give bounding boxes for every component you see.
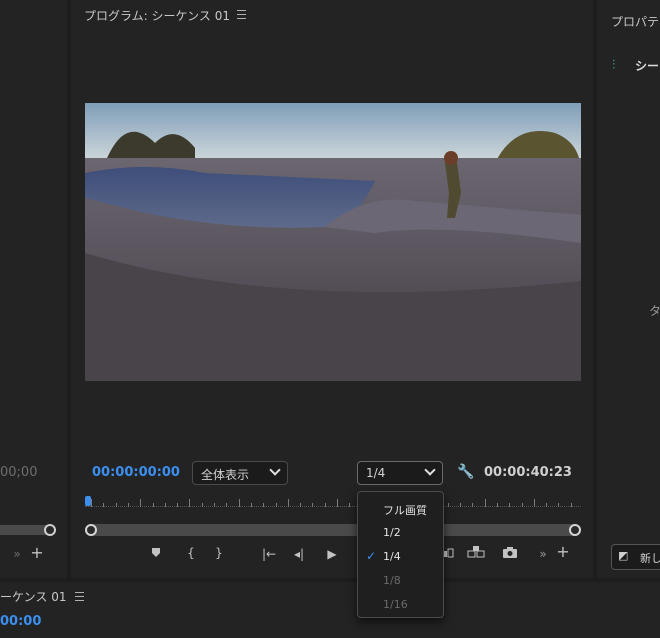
panel-title[interactable]: プログラム: シーケンス 01	[84, 7, 230, 24]
ruler-tick	[91, 499, 92, 507]
go-to-in-icon[interactable]: |←	[261, 547, 277, 561]
resolution-option-sixteenth: 1/16	[383, 598, 408, 611]
ruler-tick	[189, 499, 191, 507]
play-icon[interactable]: ▶	[325, 547, 339, 561]
export-frame-camera-icon[interactable]	[502, 547, 518, 561]
mark-in-icon[interactable]: {	[184, 546, 198, 560]
ruler-tick	[214, 503, 215, 507]
ruler-tick	[152, 503, 154, 507]
ruler-tick	[496, 503, 498, 507]
chevron-down-icon	[269, 464, 281, 476]
ruler-tick	[558, 503, 560, 507]
ruler-tick	[275, 503, 277, 507]
button-editor-add-icon[interactable]: +	[556, 544, 570, 560]
playhead-marker[interactable]	[85, 496, 91, 506]
ruler-tick	[263, 503, 265, 507]
panel-menu-icon[interactable]	[237, 10, 246, 19]
new-item-icon: ◩	[618, 549, 629, 562]
step-back-icon[interactable]: ◂|	[291, 547, 307, 561]
ruler-tick	[177, 503, 179, 507]
ruler-tick	[447, 503, 449, 507]
resolution-option-full[interactable]: フル画質	[383, 502, 427, 518]
resolution-option-quarter[interactable]: 1/4	[383, 550, 401, 563]
ruler-tick	[472, 503, 474, 507]
ruler-tick	[226, 503, 228, 507]
timeline-timecode[interactable]: 00:00	[0, 614, 41, 629]
ruler-tick	[484, 499, 486, 507]
ruler-tick	[546, 503, 548, 507]
ruler-tick	[250, 503, 252, 507]
scrub-bar[interactable]	[88, 524, 578, 536]
ruler-tick	[570, 503, 572, 507]
zoom-level-value: 全体表示	[201, 468, 250, 482]
ruler-tick	[287, 499, 289, 507]
ruler-tick	[115, 503, 117, 507]
ruler-tick	[140, 499, 142, 507]
out-point-handle[interactable]	[569, 524, 581, 536]
ruler-tick	[201, 503, 203, 507]
video-frame-image	[85, 103, 581, 381]
panel-menu-icon[interactable]	[75, 592, 84, 601]
ruler-tick	[324, 503, 326, 507]
time-ruler[interactable]	[85, 495, 581, 511]
more-controls-icon[interactable]: »	[536, 547, 550, 561]
ruler-tick	[349, 503, 351, 507]
wrench-icon[interactable]: 🔧	[457, 465, 474, 479]
new-button[interactable]: ◩ 新し	[611, 544, 660, 570]
mark-out-icon[interactable]: }	[212, 546, 226, 560]
current-timecode[interactable]: 00:00:00:00	[92, 465, 180, 480]
resolution-option-half[interactable]: 1/2	[383, 526, 401, 539]
more-controls-icon[interactable]: »	[10, 547, 24, 561]
in-point-handle[interactable]	[85, 524, 97, 536]
panel-title[interactable]: プロパティ	[611, 13, 660, 30]
panel-title[interactable]: ーケンス 01	[0, 588, 66, 605]
source-monitor-panel: 00;00 » +	[0, 0, 67, 578]
add-button-icon[interactable]: +	[30, 545, 44, 561]
ruler-tick	[103, 503, 105, 507]
ruler-tick	[337, 499, 338, 507]
new-button-label: 新し	[640, 552, 660, 565]
chevron-down-icon	[424, 464, 436, 476]
checkmark-icon: ✓	[366, 549, 377, 563]
ruler-tick	[460, 503, 461, 507]
ruler-tick	[127, 503, 129, 507]
ruler-tick	[300, 503, 302, 507]
ruler-tick	[509, 503, 511, 507]
source-out-handle[interactable]	[44, 524, 56, 536]
ruler-tick	[238, 499, 240, 507]
resolution-option-eighth: 1/8	[383, 574, 401, 587]
resolution-value: 1/4	[366, 466, 386, 480]
program-monitor-panel: プログラム: シーケンス 01 00:00:00:00 全体表示 1/4 🔧 0…	[71, 0, 593, 578]
add-marker-icon[interactable]	[149, 547, 163, 561]
sequence-icon: ⫶	[612, 58, 616, 73]
resolution-menu: フル画質 1/2 ✓ 1/4 1/8 1/16	[357, 491, 444, 618]
properties-item-label[interactable]: シー	[635, 57, 659, 74]
ruler-tick	[521, 503, 523, 507]
duration-timecode: 00:00:40:23	[484, 465, 572, 480]
video-frame	[85, 103, 581, 381]
zoom-level-dropdown[interactable]: 全体表示	[192, 461, 288, 485]
source-timecode[interactable]: 00;00	[0, 465, 37, 480]
properties-panel: プロパティ ⫶ シー タ ◩ 新し	[597, 0, 660, 578]
ruler-tick	[312, 503, 314, 507]
ruler-tick	[164, 503, 166, 507]
timeline-panel: ーケンス 01 00:00	[0, 582, 660, 638]
extract-icon[interactable]	[466, 546, 486, 561]
resolution-dropdown[interactable]: 1/4	[357, 461, 443, 485]
ruler-tick	[533, 499, 535, 507]
properties-partial-label: タ	[649, 304, 660, 318]
